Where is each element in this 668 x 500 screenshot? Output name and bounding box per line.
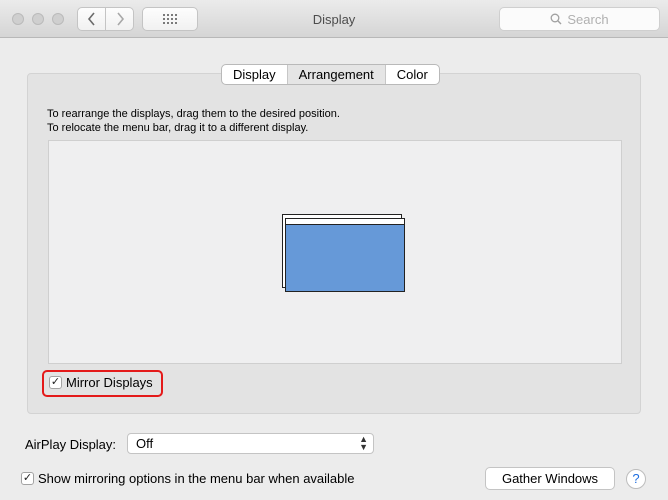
tab-bar: Display Arrangement Color	[221, 64, 440, 85]
checkmark-icon: ✓	[22, 472, 33, 484]
checkmark-icon: ✓	[50, 376, 61, 388]
show-mirroring-checkbox[interactable]: ✓	[21, 472, 34, 485]
display-thumbnail[interactable]	[285, 218, 405, 292]
search-placeholder: Search	[567, 11, 609, 27]
gather-windows-button[interactable]: Gather Windows	[485, 467, 615, 490]
mirror-displays-label[interactable]: Mirror Displays	[66, 375, 153, 390]
display-screen	[286, 225, 404, 291]
select-arrows-icon: ▲ ▼	[359, 434, 368, 452]
show-mirroring-label[interactable]: Show mirroring options in the menu bar w…	[38, 471, 355, 486]
mirror-displays-checkbox[interactable]: ✓	[49, 376, 62, 389]
search-icon	[550, 13, 562, 25]
search-field[interactable]: Search	[499, 7, 660, 31]
airplay-display-label: AirPlay Display:	[25, 437, 117, 452]
rearrange-instruction: To rearrange the displays, drag them to …	[47, 108, 340, 120]
tab-arrangement[interactable]: Arrangement	[287, 65, 386, 84]
tab-display[interactable]: Display	[222, 65, 288, 84]
airplay-display-select[interactable]: Off ▲ ▼	[127, 433, 374, 454]
title-bar: Display Search	[0, 0, 668, 38]
display-preferences-window: Display Search Display Arrangement Color…	[0, 0, 668, 500]
menubar-instruction: To relocate the menu bar, drag it to a d…	[47, 122, 309, 134]
tab-color[interactable]: Color	[386, 65, 439, 84]
help-button[interactable]: ?	[626, 469, 646, 489]
airplay-display-value: Off	[136, 436, 154, 451]
